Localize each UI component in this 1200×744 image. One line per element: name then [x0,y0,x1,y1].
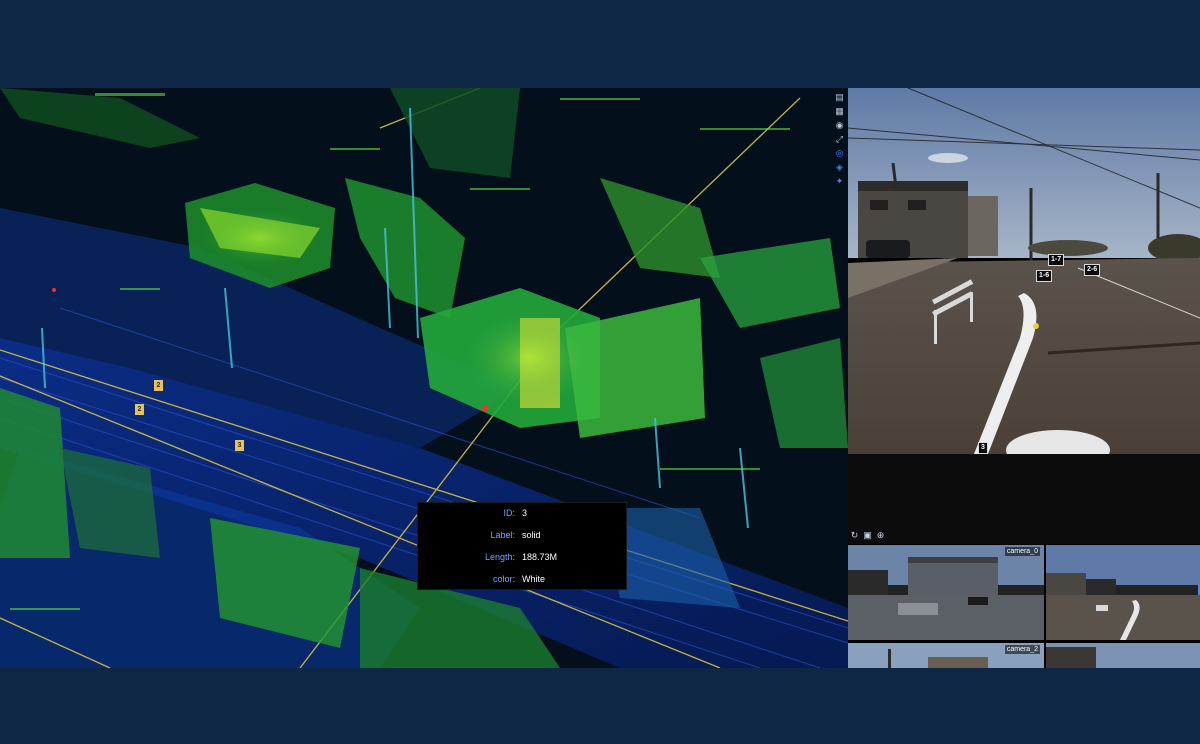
camera-thumbnail[interactable]: camera_2 [848,643,1044,668]
info-key: Length: [484,552,515,562]
lane-marker-label[interactable]: 3 [235,440,244,451]
thumbnail-image [848,545,1044,640]
info-row-label: Label: solid [418,528,626,542]
fit-icon[interactable]: ▣ [863,531,872,540]
camera-label: camera_0 [1004,547,1040,556]
zoom-in-icon[interactable]: ⊕ [876,531,885,540]
camera-thumbnail[interactable] [1046,545,1200,640]
info-row-color: color: White [418,572,626,586]
camera-panel-spacer [848,454,1200,544]
info-key: color: [492,574,515,584]
settings-icon[interactable]: ✦ [835,176,845,186]
target-icon[interactable]: ◎ [835,148,845,158]
camera-thumbnail-toolbar: ↻ ▣ ⊕ [850,531,900,543]
cube-icon[interactable]: ◈ [835,162,845,172]
lane-marker-label[interactable]: 2 [135,404,144,415]
info-row-id: ID: 3 [418,506,626,520]
object-info-panel: ID: 3 Label: solid Length: 188.73M color… [417,502,627,590]
camera-thumbnail[interactable] [1046,643,1200,668]
info-key: Label: [490,530,515,540]
info-row-length: Length: 188.73M [418,550,626,564]
info-value: White [522,574,546,584]
info-value: solid [522,530,541,540]
point-marker [52,288,56,292]
annotation-app: 2 2 3 ID: 3 Label: solid Length: 188.73M… [0,88,1200,668]
thumbnail-image [1046,545,1200,640]
lane-marker-label[interactable]: 2 [154,380,163,391]
info-value: 3 [522,508,528,518]
expand-icon[interactable]: ⤢ [835,134,845,144]
eye-icon[interactable]: ◉ [835,120,845,130]
info-value: 188.73M [522,552,558,562]
camera-thumbnail[interactable]: camera_0 [848,545,1044,640]
camera-object-tag[interactable]: 1-7 [1048,254,1065,266]
camera-object-tag[interactable]: 3 [978,442,988,454]
layers-icon[interactable]: ▤ [835,92,845,102]
calendar-icon[interactable]: ▦ [835,106,845,116]
point-cloud-viewport[interactable]: 2 2 3 ID: 3 Label: solid Length: 188.73M… [0,88,848,668]
selected-point[interactable] [482,405,488,411]
camera-object-tag[interactable]: 1-6 [1036,270,1053,282]
info-key: ID: [503,508,515,518]
camera-image [848,88,1200,454]
camera-label: camera_2 [1004,645,1040,654]
rotate-icon[interactable]: ↻ [850,531,859,540]
viewport-toolbar: ▤ ▦ ◉ ⤢ ◎ ◈ ✦ [833,92,846,196]
main-camera-view[interactable]: 1-7 1-6 2-6 3 [848,88,1200,454]
thumbnail-image [1046,643,1200,668]
camera-object-tag[interactable]: 2-6 [1084,264,1101,276]
